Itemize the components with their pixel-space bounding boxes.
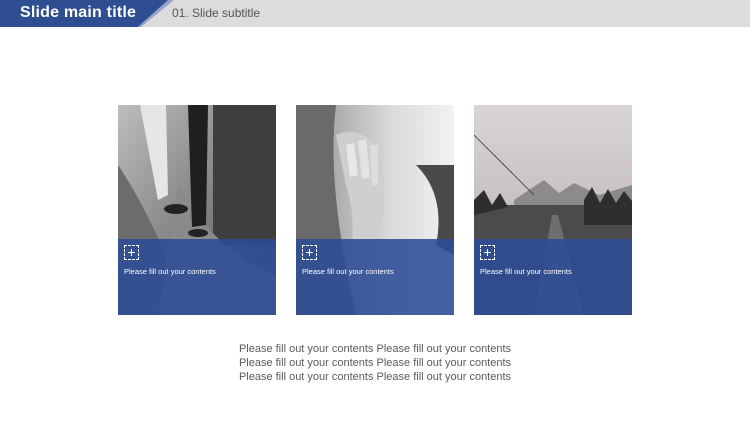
plus-icon[interactable]: + [302,245,317,260]
image-card-3[interactable]: + Please fill out your contents [474,105,632,315]
image-card-2[interactable]: + Please fill out your contents [296,105,454,315]
page-title: Slide main title [20,4,137,21]
body-line: Please fill out your contents Please fil… [238,343,512,355]
card-text: Please fill out your contents [480,267,572,276]
body-line: Please fill out your contents Please fil… [238,371,512,383]
card-overlay: + Please fill out your contents [474,239,632,315]
card-overlay: + Please fill out your contents [118,239,276,315]
page-subtitle: 01. Slide subtitle [172,6,261,20]
image-card-1[interactable]: + Please fill out your contents [118,105,276,315]
body-text: Please fill out your contents Please fil… [0,342,750,384]
body-line: Please fill out your contents Please fil… [238,357,512,369]
card-overlay: + Please fill out your contents [296,239,454,315]
card-text: Please fill out your contents [302,267,394,276]
plus-icon[interactable]: + [480,245,495,260]
plus-icon[interactable]: + [124,245,139,260]
card-text: Please fill out your contents [124,267,216,276]
